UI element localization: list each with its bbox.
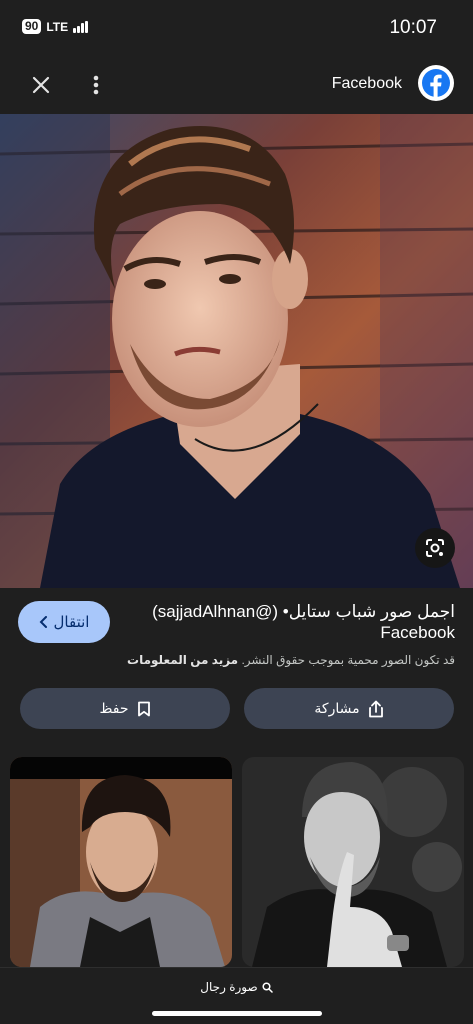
facebook-icon <box>422 69 450 97</box>
home-indicator[interactable] <box>152 1011 322 1016</box>
related-photo <box>10 757 232 967</box>
signal-icon <box>73 20 89 33</box>
related-image[interactable] <box>242 757 464 967</box>
close-button[interactable] <box>24 70 58 100</box>
status-bar: 90 LTE 10:07 <box>0 0 473 58</box>
more-vert-icon <box>93 75 99 95</box>
related-image[interactable] <box>10 757 232 967</box>
result-title[interactable]: اجمل صور شباب ستايل• (@sajjadAlhnan) Fac… <box>135 601 455 643</box>
lens-search-button[interactable] <box>415 528 455 568</box>
save-button[interactable]: حفظ <box>20 688 230 729</box>
share-icon <box>368 700 383 717</box>
source-name[interactable]: Facebook <box>332 75 402 93</box>
copyright-text: قد تكون الصور محمية بموجب حقوق النشر. <box>241 653 455 667</box>
result-info: انتقال اجمل صور شباب ستايل• (@sajjadAlhn… <box>0 588 473 688</box>
bottom-bar: صورة رجال <box>0 967 473 1024</box>
close-icon <box>32 76 50 94</box>
battery-indicator: 90 <box>22 19 42 34</box>
network-type: LTE <box>46 19 69 34</box>
more-options-button[interactable] <box>84 70 108 100</box>
lens-icon <box>426 539 444 557</box>
main-image[interactable] <box>0 114 473 588</box>
status-indicators: 90 LTE <box>22 19 89 34</box>
viewer-header: Facebook <box>0 58 473 114</box>
more-info-link[interactable]: مزيد من المعلومات <box>127 653 238 667</box>
result-title-line1: اجمل صور شباب ستايل• (@sajjadAlhnan) <box>152 602 455 621</box>
search-query-chip[interactable]: صورة رجال <box>0 980 473 994</box>
result-title-line2: Facebook <box>380 623 455 642</box>
related-photo <box>242 757 464 967</box>
search-icon <box>262 981 273 993</box>
status-time: 10:07 <box>389 17 437 38</box>
visit-button[interactable]: انتقال <box>18 601 110 643</box>
share-label: مشاركة <box>314 700 360 716</box>
visit-label: انتقال <box>53 614 90 631</box>
copyright-notice: قد تكون الصور محمية بموجب حقوق النشر. مز… <box>127 653 455 667</box>
share-button[interactable]: مشاركة <box>244 688 454 729</box>
save-label: حفظ <box>99 700 129 716</box>
action-buttons: حفظ مشاركة <box>0 688 473 730</box>
facebook-logo[interactable] <box>418 65 454 101</box>
bookmark-icon <box>137 701 150 716</box>
search-query: صورة رجال <box>200 980 258 994</box>
chevron-left-icon <box>39 616 47 628</box>
portrait-photo <box>0 114 473 588</box>
